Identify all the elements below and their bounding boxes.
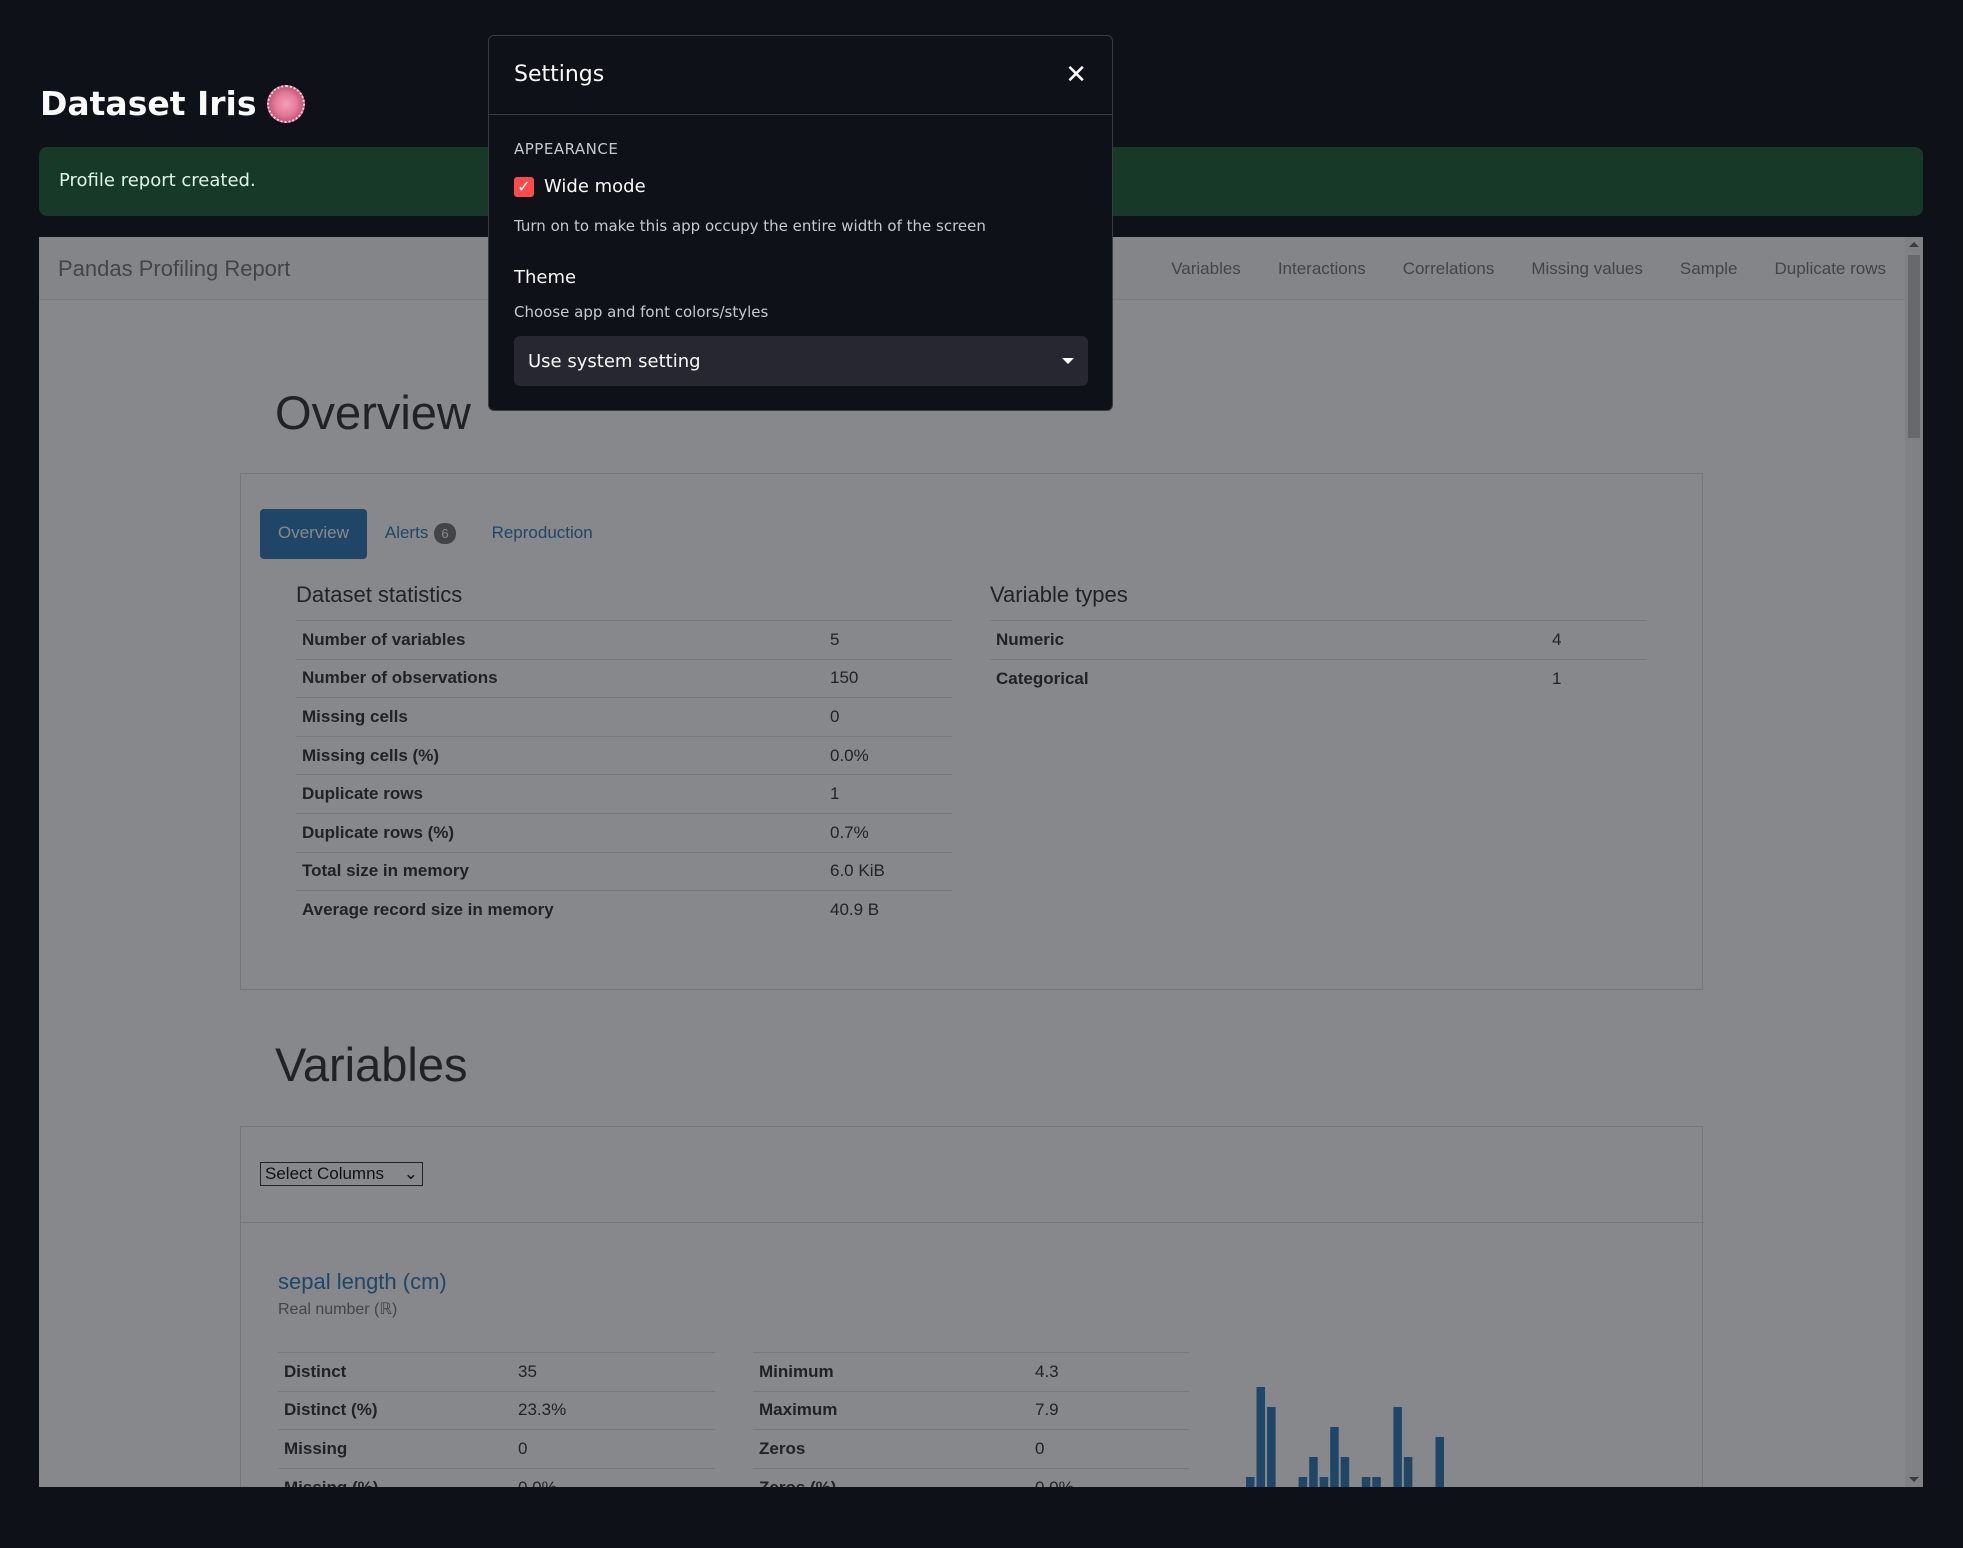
chevron-down-icon (1062, 358, 1074, 364)
modal-title: Settings (514, 62, 605, 87)
theme-label: Theme (514, 267, 577, 288)
theme-select[interactable]: Use system setting (514, 336, 1088, 386)
wide-mode-help: Turn on to make this app occupy the enti… (514, 217, 986, 235)
app-logo-icon (266, 84, 305, 123)
appearance-section-label: APPEARANCE (514, 140, 619, 158)
modal-header: Settings ✕ (489, 36, 1112, 115)
app-title: Dataset Iris (40, 84, 305, 123)
close-icon[interactable]: ✕ (1065, 60, 1087, 90)
theme-help: Choose app and font colors/styles (514, 303, 769, 321)
theme-select-value: Use system setting (528, 350, 701, 372)
wide-mode-label[interactable]: Wide mode (544, 176, 646, 197)
app-title-text: Dataset Iris (40, 84, 257, 123)
wide-mode-checkbox[interactable]: ✓ Wide mode (514, 176, 646, 197)
settings-modal: Settings ✕ APPEARANCE ✓ Wide mode Turn o… (488, 35, 1113, 411)
checkbox-checked-icon[interactable]: ✓ (514, 176, 534, 197)
modal-backdrop[interactable] (39, 237, 1923, 1487)
success-message: Profile report created. (59, 170, 256, 191)
